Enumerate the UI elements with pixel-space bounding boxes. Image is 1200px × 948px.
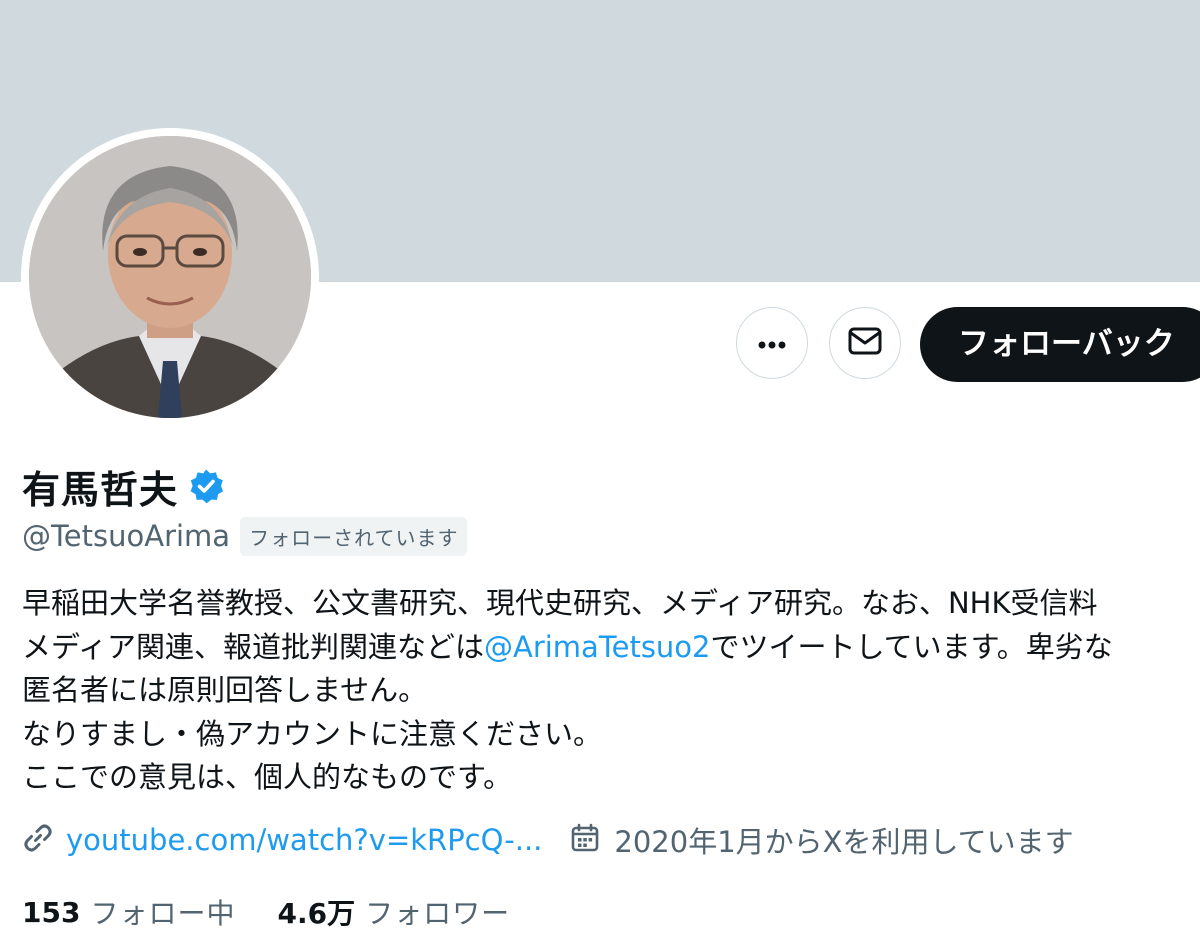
envelope-icon: [848, 327, 882, 359]
following-link[interactable]: 153 フォロー中: [22, 892, 235, 932]
more-button[interactable]: [736, 307, 808, 379]
website-link-text[interactable]: youtube.com/watch?v=kRPcQ-...: [66, 823, 542, 857]
bio-text: メディア関連、報道批判関連などは: [22, 629, 484, 664]
avatar[interactable]: [29, 136, 311, 418]
following-count: 153: [22, 895, 81, 929]
follow-stats: 153 フォロー中 4.6万 フォロワー: [22, 890, 510, 934]
bio-line: 早稲田大学名誉教授、公文書研究、現代史研究、メディア研究。なお、NHK受信料: [22, 586, 1098, 620]
followers-link[interactable]: 4.6万 フォロワー: [277, 892, 510, 932]
display-name-row: 有馬哲夫: [22, 458, 224, 514]
bio-text: でツイートしています。卑劣な: [710, 629, 1113, 664]
link-icon: [22, 822, 54, 858]
display-name: 有馬哲夫: [22, 467, 179, 512]
bio-line: なりすまし・偽アカウントに注意ください。: [22, 716, 603, 751]
follows-you-badge: フォローされています: [240, 516, 468, 556]
avatar-frame: [21, 128, 319, 426]
bio-line: 匿名者には原則回答しません。: [22, 673, 428, 707]
user-handle: @TetsuoArima: [22, 519, 231, 553]
join-date-text: 2020年1月からXを利用しています: [614, 825, 1074, 859]
handle-row: @TetsuoArima フォローされています: [22, 516, 468, 556]
verified-badge-icon[interactable]: [188, 468, 224, 504]
website-link[interactable]: youtube.com/watch?v=kRPcQ-...: [22, 822, 542, 858]
bio-line: メディア関連、報道批判関連などは@ArimaTetsuo2でツイートしています。…: [22, 626, 1200, 670]
join-date: 2020年1月からXを利用しています: [570, 819, 1074, 861]
more-horizontal-icon: [758, 334, 786, 353]
followers-count: 4.6万: [277, 897, 356, 930]
message-button[interactable]: [829, 307, 901, 379]
following-label: フォロー中: [90, 897, 236, 930]
profile-page: フォローバック 有馬哲夫 @TetsuoArima フォローされています 早稲田…: [0, 0, 1200, 948]
calendar-icon: [570, 823, 600, 857]
followers-label: フォロワー: [365, 897, 511, 930]
profile-bio: 早稲田大学名誉教授、公文書研究、現代史研究、メディア研究。なお、NHK受信料 メ…: [22, 582, 1200, 800]
bio-line: ここでの意見は、個人的なものです。: [22, 760, 513, 794]
profile-meta: youtube.com/watch?v=kRPcQ-... 2020年1月からX…: [22, 818, 1074, 862]
follow-back-button[interactable]: フォローバック: [920, 307, 1200, 382]
bio-mention-link[interactable]: @ArimaTetsuo2: [484, 630, 711, 664]
